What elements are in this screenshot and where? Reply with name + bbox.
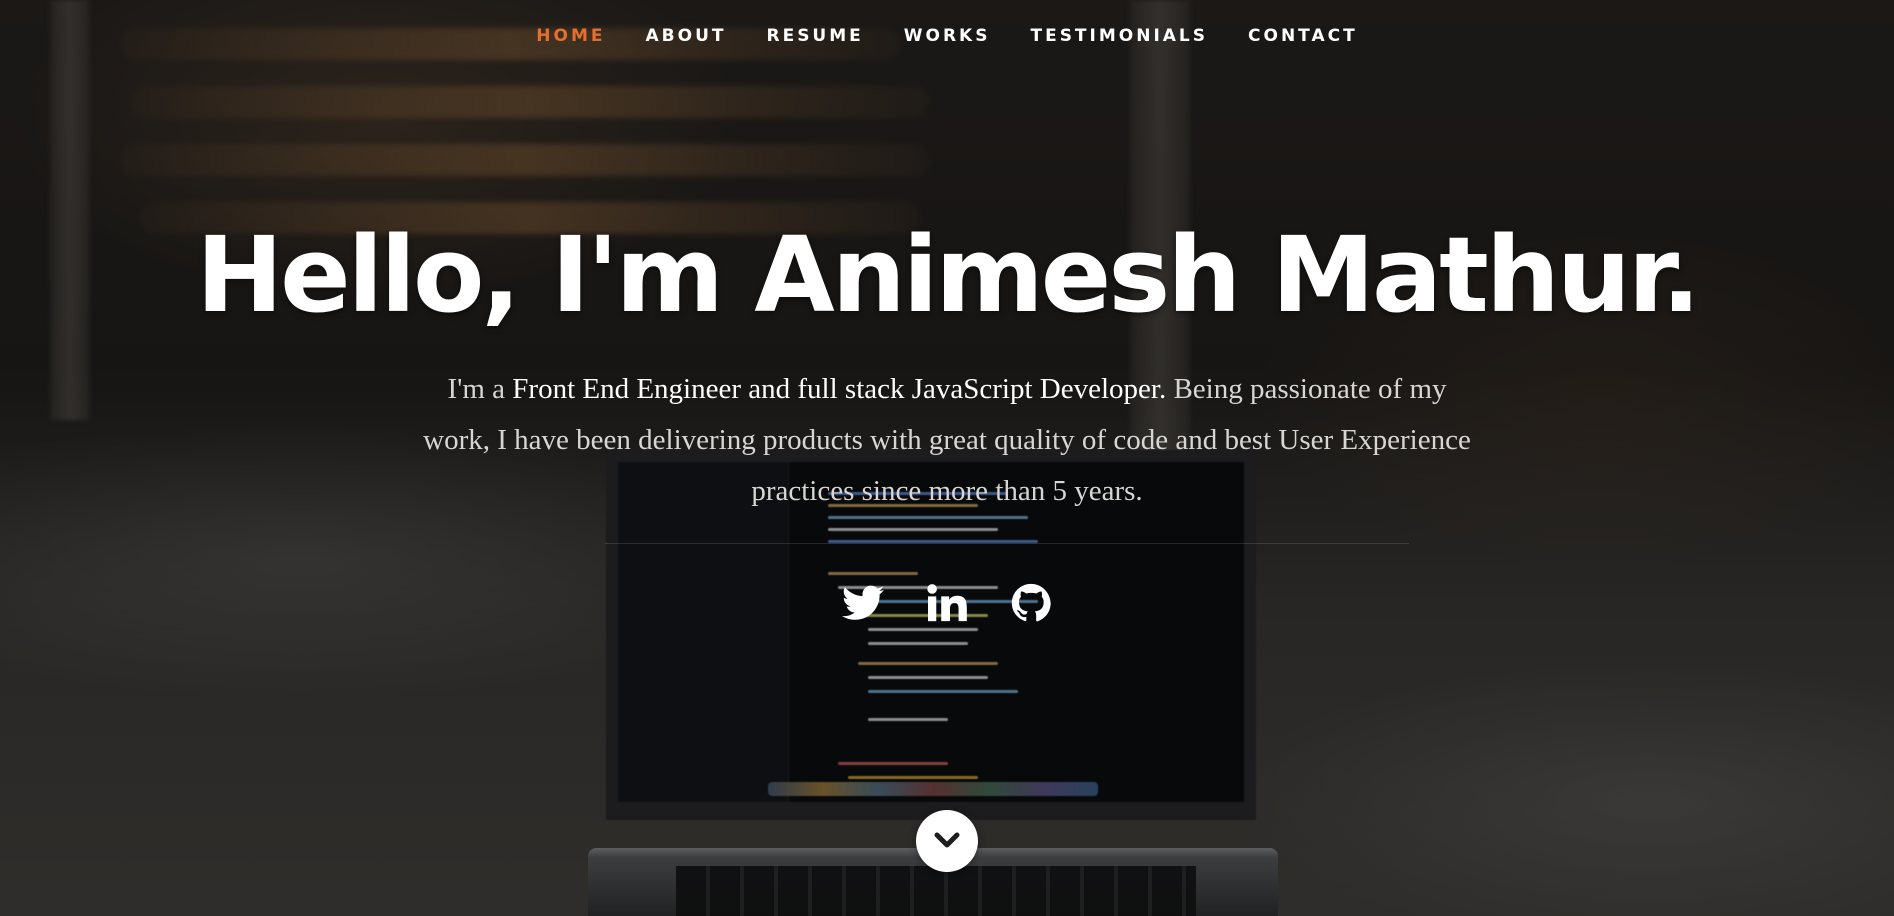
nav-link-contact[interactable]: CONTACT xyxy=(1248,24,1358,48)
social-links xyxy=(0,580,1894,626)
nav-link-home[interactable]: HOME xyxy=(536,24,605,48)
nav-item-testimonials: TESTIMONIALS xyxy=(1030,24,1208,48)
nav-item-works: WORKS xyxy=(904,24,991,48)
twitter-link[interactable] xyxy=(840,580,886,626)
intro-prefix: I'm a xyxy=(447,373,513,405)
scroll-down-button[interactable] xyxy=(916,810,978,872)
github-icon xyxy=(1011,583,1051,622)
banner-intro: I'm a Front End Engineer and full stack … xyxy=(417,364,1477,517)
linkedin-icon xyxy=(927,584,967,622)
nav-item-resume: RESUME xyxy=(766,24,863,48)
nav-link-works[interactable]: WORKS xyxy=(904,24,991,48)
chevron-down-icon xyxy=(934,832,960,848)
nav-link-about[interactable]: ABOUT xyxy=(646,24,727,48)
nav-link-resume[interactable]: RESUME xyxy=(766,24,863,48)
nav-item-about: ABOUT xyxy=(646,24,727,48)
banner-headline: Hello, I'm Animesh Mathur. xyxy=(196,214,1701,336)
main-navigation: HOME ABOUT RESUME WORKS TESTIMONIALS CON… xyxy=(0,24,1894,48)
twitter-icon xyxy=(842,585,884,620)
linkedin-link[interactable] xyxy=(924,580,970,626)
nav-item-contact: CONTACT xyxy=(1248,24,1358,48)
intro-role: Front End Engineer and full stack JavaSc… xyxy=(512,373,1167,405)
nav-item-home: HOME xyxy=(536,24,605,48)
nav-link-testimonials[interactable]: TESTIMONIALS xyxy=(1030,24,1208,48)
banner-divider xyxy=(605,543,1409,544)
github-link[interactable] xyxy=(1008,580,1054,626)
